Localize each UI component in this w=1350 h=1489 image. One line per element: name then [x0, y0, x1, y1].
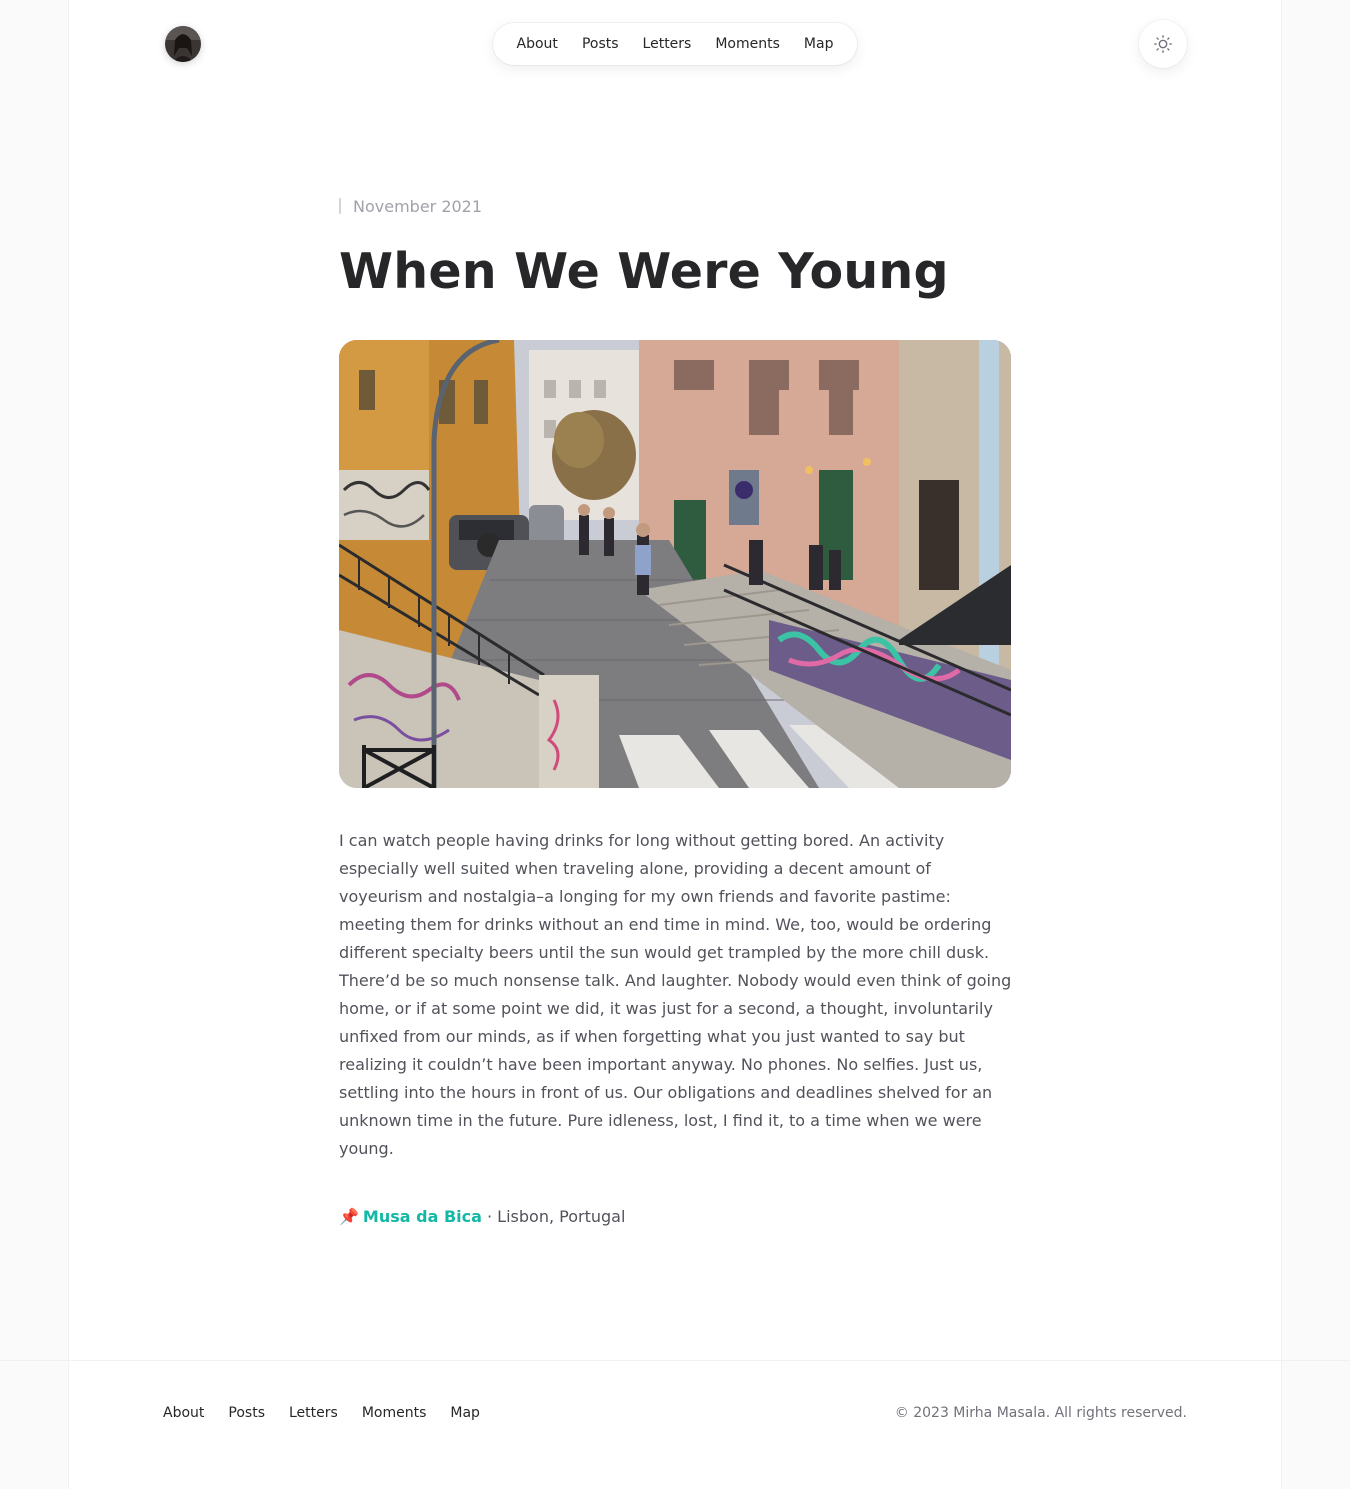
article-title: When We Were Young [339, 243, 949, 300]
footer-nav-map[interactable]: Map [450, 1402, 480, 1424]
hero-image [339, 340, 1011, 788]
footer-nav-posts[interactable]: Posts [228, 1402, 265, 1424]
location-separator: · [481, 1207, 498, 1226]
footer-nav-letters[interactable]: Letters [289, 1402, 338, 1424]
footer-navigation: About Posts Letters Moments Map [163, 1402, 504, 1424]
date-divider [339, 198, 341, 214]
footer-nav-moments[interactable]: Moments [362, 1402, 427, 1424]
location-city: Lisbon, Portugal [497, 1207, 626, 1226]
copyright-text: © 2023 Mirha Masala. All rights reserved… [894, 1405, 1187, 1421]
nav-about[interactable]: About [505, 36, 570, 52]
top-navigation: About Posts Letters Moments Map [493, 23, 857, 65]
location-line: 📌 Musa da Bica · Lisbon, Portugal [339, 1203, 625, 1231]
pushpin-icon: 📌 [339, 1207, 359, 1226]
footer-divider [0, 1360, 1350, 1361]
nav-letters[interactable]: Letters [631, 36, 704, 52]
date-text: November 2021 [353, 196, 483, 216]
article-date: November 2021 [339, 195, 482, 217]
nav-moments[interactable]: Moments [703, 36, 792, 52]
street-photo [339, 340, 1011, 788]
theme-toggle-button[interactable] [1139, 20, 1187, 68]
nav-map[interactable]: Map [792, 36, 846, 52]
sun-icon [1154, 35, 1172, 53]
article-body: I can watch people having drinks for lon… [339, 831, 1012, 1158]
place-link[interactable]: Musa da Bica [363, 1207, 482, 1226]
nav-posts[interactable]: Posts [570, 36, 631, 52]
avatar[interactable] [165, 26, 201, 62]
footer-nav-about[interactable]: About [163, 1402, 204, 1424]
avatar-photo [165, 26, 201, 62]
